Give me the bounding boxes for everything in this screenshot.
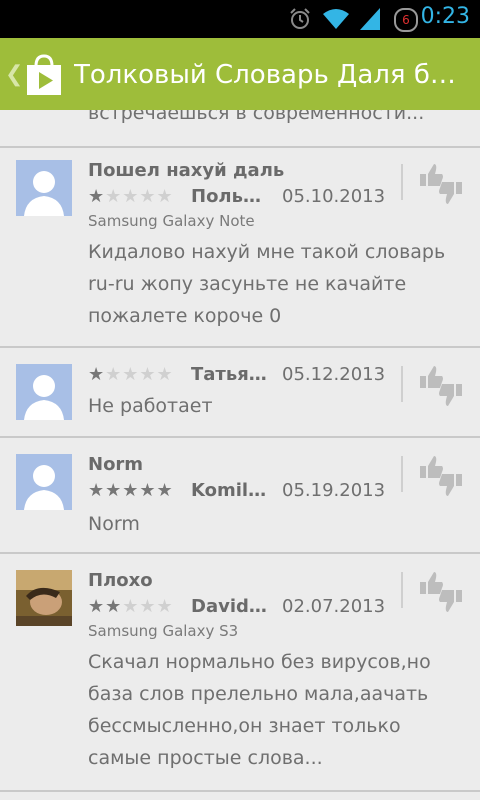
review-body: Norm xyxy=(88,508,458,540)
review-line: Кидалово нахуй мне такой словарь xyxy=(88,241,446,263)
avatar-placeholder-icon xyxy=(16,454,72,510)
review-author: David… xyxy=(191,596,267,617)
review-line: ru-ru жопу засуньте не качайте xyxy=(88,273,407,295)
review-body: Кидалово нахуй мне такой словарь ru-ru ж… xyxy=(88,236,458,332)
notification-count: 6 xyxy=(402,13,410,27)
review-author: Татья… xyxy=(191,364,267,385)
review-date: 05.12.2013 xyxy=(282,364,386,385)
signal-icon xyxy=(360,8,380,30)
review-line: Norm xyxy=(88,513,140,535)
review-item: ★★★★★ Татья… 05.12.2013 Не работает xyxy=(0,348,480,438)
review-date: 05.19.2013 xyxy=(282,480,386,501)
review-line: Скачал нормально без вирусов,но xyxy=(88,651,431,673)
status-bar: 6 0:23 xyxy=(0,0,480,38)
review-date: 05.10.2013 xyxy=(282,186,386,207)
star-rating: ★★★★★ xyxy=(88,596,174,617)
reviews-list[interactable]: встречаешься в современности... Пошел на… xyxy=(0,110,480,800)
thumbs-up-down-icon[interactable] xyxy=(418,160,464,208)
review-date: 02.07.2013 xyxy=(282,596,386,617)
thumbs-up-down-icon[interactable] xyxy=(418,452,464,500)
thumbs-up-down-icon[interactable] xyxy=(418,362,464,410)
status-icons xyxy=(288,6,380,32)
vertical-divider xyxy=(401,456,403,492)
thumbs-up-down-icon[interactable] xyxy=(418,568,464,616)
previous-review-text: встречаешься в современности... xyxy=(88,110,425,124)
review-device: Samsung Galaxy S3 xyxy=(88,622,239,640)
app-bar: ❮ Толковый Словарь Даля бес… xyxy=(0,38,480,110)
review-author: Поль… xyxy=(191,186,261,207)
review-item: Плохо ★★★★★ David… 02.07.2013 Samsung Ga… xyxy=(0,554,480,792)
star-rating: ★★★★★ xyxy=(88,186,174,207)
review-item: Norm ★★★★★ Komil… 05.19.2013 Norm xyxy=(0,438,480,554)
clock: 0:23 xyxy=(420,4,470,29)
review-line: пожалете короче 0 xyxy=(88,305,282,327)
review-line: самые простые слова... xyxy=(88,747,323,769)
avatar-placeholder-icon xyxy=(16,160,72,216)
review-author: Komil… xyxy=(191,480,267,501)
vertical-divider xyxy=(401,572,403,608)
review-device: Samsung Galaxy Note xyxy=(88,212,255,230)
avatar-placeholder-icon xyxy=(16,364,72,420)
play-store-bag-icon[interactable] xyxy=(24,52,64,98)
star-rating: ★★★★★ xyxy=(88,364,174,385)
vertical-divider xyxy=(401,164,403,200)
star-rating: ★★★★★ xyxy=(88,480,174,501)
review-title: Norm xyxy=(88,454,144,475)
user-photo-avatar xyxy=(16,570,72,626)
review-body: Скачал нормально без вирусов,но база сло… xyxy=(88,646,458,774)
review-item: Пошел нахуй даль ★★★★★ Поль… 05.10.2013 … xyxy=(0,148,480,348)
page-title: Толковый Словарь Даля бес… xyxy=(74,60,470,90)
wifi-icon xyxy=(323,9,349,29)
review-line: база слов прелельно мала,аачать xyxy=(88,683,429,705)
review-title: Пошел нахуй даль xyxy=(88,160,285,181)
review-title: Плохо xyxy=(88,570,153,591)
chevron-left-icon[interactable]: ❮ xyxy=(5,62,23,87)
vertical-divider xyxy=(401,366,403,402)
alarm-icon xyxy=(290,8,310,29)
review-line: бессмысленно,он знает только xyxy=(88,715,401,737)
notification-badge: 6 xyxy=(394,8,418,32)
